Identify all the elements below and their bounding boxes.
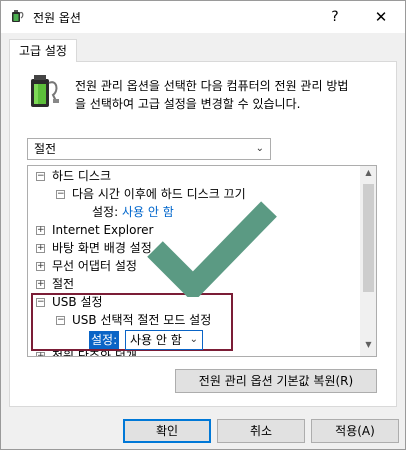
expand-icon[interactable]: +: [36, 244, 45, 253]
window-title: 전원 옵션: [33, 11, 81, 25]
description-line-2: 을 선택하여 고급 설정을 변경할 수 있습니다.: [75, 97, 301, 111]
power-options-window: 전원 옵션 ? ✕ 고급 설정 전원 관리 옵션을 선택한 다음 컴퓨터의 전원…: [0, 0, 406, 450]
usb-setting-value: 사용 안 함: [130, 333, 182, 347]
usb-setting-label: 설정:: [89, 331, 120, 349]
scroll-thumb[interactable]: [363, 184, 374, 292]
power-plan-value: 절전: [34, 142, 57, 156]
scroll-down-arrow-icon[interactable]: ▼: [360, 340, 376, 349]
power-options-icon: [12, 10, 24, 22]
collapse-icon[interactable]: −: [36, 172, 45, 181]
restore-defaults-button[interactable]: 전원 관리 옵션 기본값 복원(R): [175, 369, 377, 393]
setting-value-link[interactable]: 사용 안 함: [122, 205, 174, 219]
setting-label: 설정:: [92, 205, 122, 219]
expand-icon[interactable]: +: [36, 262, 45, 271]
help-button[interactable]: ?: [323, 5, 347, 29]
power-plan-select[interactable]: 절전 ⌄: [27, 138, 271, 160]
tab-advanced-settings[interactable]: 고급 설정: [9, 39, 77, 62]
scroll-up-arrow-icon[interactable]: ▲: [360, 168, 376, 177]
cancel-button[interactable]: 취소: [217, 419, 305, 443]
tree-item-label: 바탕 화면 배경 설정: [52, 241, 152, 255]
description-text: 전원 관리 옵션을 선택한 다음 컴퓨터의 전원 관리 방법 을 선택하여 고급…: [75, 77, 391, 113]
title-bar: 전원 옵션 ? ✕: [1, 1, 405, 33]
tree-scrollbar[interactable]: ▲ ▼: [360, 166, 376, 356]
description-line-1: 전원 관리 옵션을 선택한 다음 컴퓨터의 전원 관리 방법: [75, 79, 349, 93]
collapse-icon[interactable]: −: [56, 190, 65, 199]
tree-item-label: 하드 디스크: [52, 169, 112, 183]
ok-button[interactable]: 확인: [123, 419, 211, 443]
expand-icon[interactable]: +: [36, 280, 45, 289]
expand-icon[interactable]: +: [36, 226, 45, 235]
battery-icon: [31, 75, 59, 107]
tree-item-label: 다음 시간 이후에 하드 디스크 끄기: [72, 187, 246, 201]
tree-item-label: 무선 어댑터 설정: [52, 259, 137, 273]
apply-button[interactable]: 적용(A): [311, 419, 399, 443]
tree-item-setting[interactable]: 설정: 사용 안 함: [92, 203, 174, 221]
chevron-down-icon: ⌄: [255, 143, 264, 154]
expand-icon[interactable]: +: [36, 352, 45, 356]
usb-setting-dropdown[interactable]: 사용 안 함 ⌄: [125, 330, 203, 350]
tree-item-label: 절전: [52, 277, 75, 291]
tree-item-label: Internet Explorer: [52, 223, 154, 237]
close-button[interactable]: ✕: [367, 5, 395, 29]
chevron-down-icon: ⌄: [189, 334, 198, 345]
